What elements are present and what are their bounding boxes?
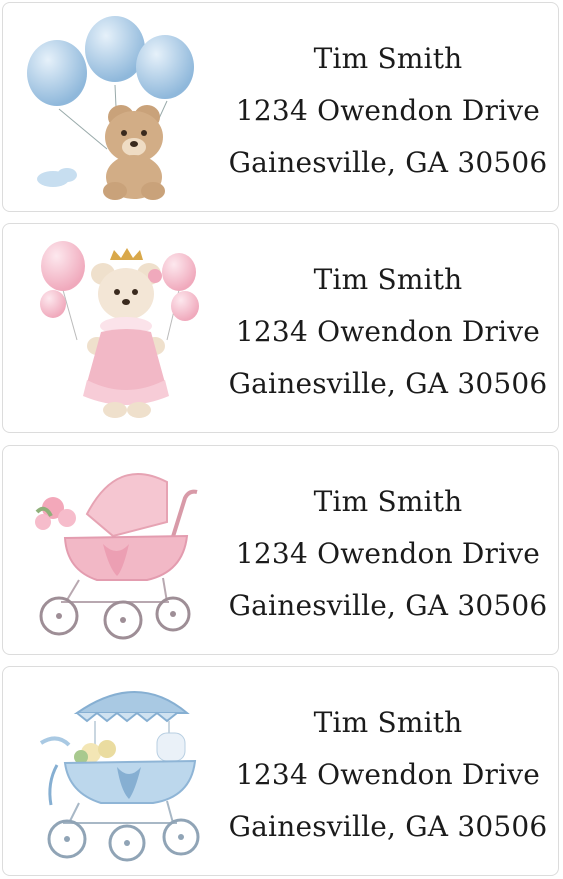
address-label-4: Tim Smith 1234 Owendon Drive Gainesville…: [2, 666, 559, 876]
city-state-zip: Gainesville, GA 30506: [228, 810, 548, 843]
street-address: 1234 Owendon Drive: [235, 94, 541, 127]
address-label-2: Tim Smith 1234 Owendon Drive Gainesville…: [2, 223, 559, 433]
blue-baby-carriage-icon: [17, 673, 217, 869]
address-block: Tim Smith 1234 Owendon Drive Gainesville…: [228, 476, 548, 632]
recipient-name: Tim Smith: [313, 263, 463, 296]
street-address: 1234 Owendon Drive: [235, 537, 541, 570]
address-block: Tim Smith 1234 Owendon Drive Gainesville…: [228, 33, 548, 189]
city-state-zip: Gainesville, GA 30506: [228, 367, 548, 400]
street-address: 1234 Owendon Drive: [235, 758, 541, 791]
address-block: Tim Smith 1234 Owendon Drive Gainesville…: [228, 254, 548, 410]
address-block: Tim Smith 1234 Owendon Drive Gainesville…: [228, 697, 548, 853]
address-label-3: Tim Smith 1234 Owendon Drive Gainesville…: [2, 445, 559, 655]
recipient-name: Tim Smith: [313, 42, 463, 75]
address-label-sheet: Tim Smith 1234 Owendon Drive Gainesville…: [0, 0, 563, 879]
city-state-zip: Gainesville, GA 30506: [228, 589, 548, 622]
recipient-name: Tim Smith: [313, 485, 463, 518]
address-label-1: Tim Smith 1234 Owendon Drive Gainesville…: [2, 2, 559, 212]
teddy-bear-blue-balloons-icon: [17, 9, 217, 205]
teddy-bear-princess-pink-icon: [17, 230, 217, 426]
city-state-zip: Gainesville, GA 30506: [228, 146, 548, 179]
pink-baby-carriage-icon: [17, 452, 217, 648]
recipient-name: Tim Smith: [313, 706, 463, 739]
street-address: 1234 Owendon Drive: [235, 315, 541, 348]
